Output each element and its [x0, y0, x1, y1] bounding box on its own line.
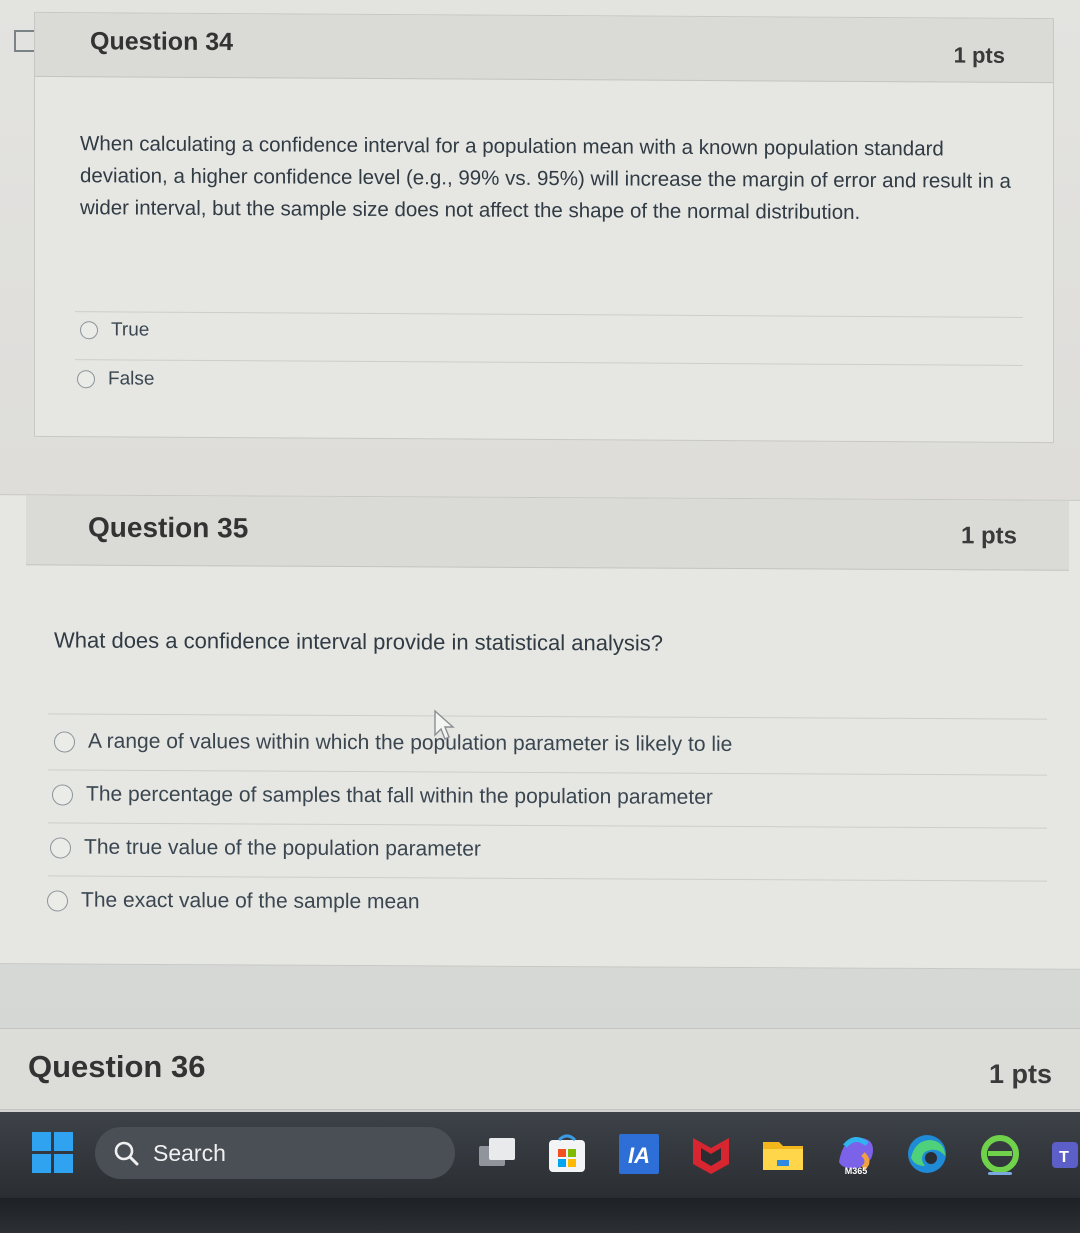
divider [48, 769, 1047, 776]
search-label: Search [153, 1139, 226, 1166]
radio-button[interactable] [80, 321, 98, 340]
divider [48, 713, 1047, 720]
divider [75, 311, 1023, 318]
m365-copilot-icon[interactable]: M365 [833, 1132, 879, 1176]
question-title: Question 34 [90, 27, 234, 57]
radio-button[interactable] [50, 836, 71, 859]
search-icon [114, 1141, 139, 1166]
question-title: Question 35 [88, 511, 249, 544]
monitor-bezel [0, 1198, 1080, 1233]
radio-button[interactable] [54, 730, 75, 753]
divider [48, 875, 1047, 882]
question-points: 1 pts [988, 1059, 1052, 1089]
edge-icon[interactable] [905, 1132, 949, 1176]
answer-label: The exact value of the sample mean [81, 888, 420, 914]
answer-option-c[interactable]: The true value of the population paramet… [50, 835, 481, 861]
page: Question 34 1 pts When calculating a con… [0, 0, 1080, 1233]
question-points: 1 pts [953, 42, 1005, 68]
mcafee-icon[interactable] [689, 1132, 733, 1176]
windows-start-icon[interactable] [32, 1132, 74, 1174]
answer-label: True [111, 319, 150, 341]
answer-label: The percentage of samples that fall with… [86, 782, 713, 809]
answer-option-d[interactable]: The exact value of the sample mean [47, 888, 420, 914]
taskbar: Search IA M365 T [0, 1112, 1080, 1198]
m365-label: M365 [845, 1166, 868, 1176]
question-text: What does a confidence interval provide … [54, 627, 663, 656]
answer-option-false[interactable]: False [77, 368, 154, 390]
microsoft-store-icon[interactable] [545, 1132, 589, 1176]
question-header: Question 35 1 pts [26, 495, 1069, 571]
taskbar-search-box[interactable]: Search [95, 1127, 455, 1179]
radio-button[interactable] [52, 783, 73, 806]
radio-button[interactable] [77, 370, 95, 389]
question-text: When calculating a confidence interval f… [80, 132, 1011, 224]
teams-icon[interactable]: T [1050, 1132, 1080, 1176]
file-explorer-icon[interactable] [761, 1132, 805, 1176]
answer-option-true[interactable]: True [80, 319, 149, 341]
answer-label: The true value of the population paramet… [84, 835, 481, 861]
task-view-icon[interactable] [475, 1132, 519, 1176]
question-points: 1 pts [960, 522, 1017, 550]
question-36-card: Question 36 1 pts [0, 1028, 1080, 1110]
answer-label: False [108, 368, 155, 390]
question-title: Question 36 [28, 1049, 206, 1084]
divider [75, 359, 1023, 366]
answer-label: A range of values within which the popul… [88, 729, 733, 756]
mouse-cursor-icon [434, 709, 455, 740]
ia-app-icon[interactable]: IA [617, 1132, 661, 1176]
question-34-card: Question 34 1 pts When calculating a con… [34, 11, 1054, 444]
svg-text:IA: IA [628, 1143, 650, 1168]
divider [48, 822, 1047, 829]
answer-option-a[interactable]: A range of values within which the popul… [54, 729, 732, 757]
svg-text:T: T [1059, 1149, 1069, 1166]
answer-option-b[interactable]: The percentage of samples that fall with… [52, 782, 713, 809]
radio-button[interactable] [47, 889, 68, 912]
question-35-card: Question 35 1 pts What does a confidence… [0, 494, 1080, 970]
question-header: Question 34 1 pts [35, 12, 1053, 84]
ie-app-icon[interactable] [978, 1132, 1022, 1176]
